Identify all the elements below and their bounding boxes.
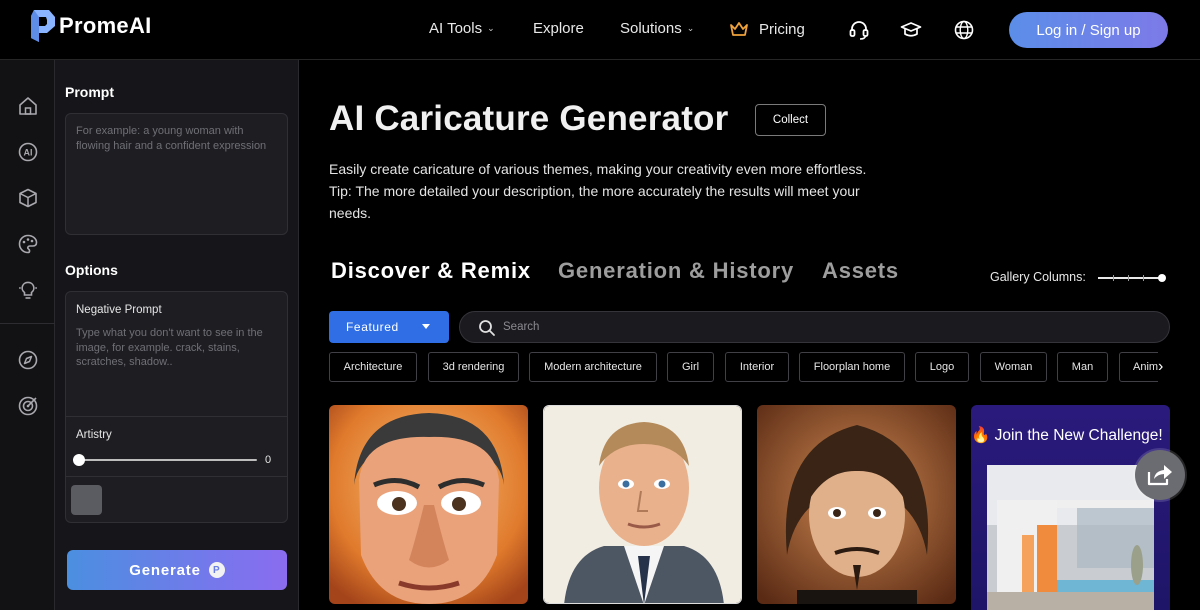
svg-text:AI: AI <box>24 148 33 158</box>
prompt-textarea[interactable]: For example: a young woman with flowing … <box>65 113 288 235</box>
artistry-label: Artistry <box>76 429 112 441</box>
featured-label: Featured <box>346 320 399 334</box>
caricature-image <box>544 406 741 603</box>
tab-generation-history[interactable]: Generation & History <box>558 258 794 284</box>
slider-tick <box>1113 275 1114 281</box>
target-icon[interactable] <box>17 395 39 417</box>
icon-rail: AI <box>0 60 55 610</box>
chip-3d-rendering[interactable]: 3d rendering <box>428 352 519 382</box>
generator-panel: Prompt For example: a young woman with f… <box>55 60 299 610</box>
collect-button[interactable]: Collect <box>755 104 826 136</box>
prompt-label: Prompt <box>65 84 114 100</box>
nav-ai-tools-label: AI Tools <box>429 20 483 37</box>
login-signup-button[interactable]: Log in / Sign up <box>1009 12 1168 48</box>
tip-text: Tip: The more detailed your description,… <box>329 183 860 221</box>
tab-assets[interactable]: Assets <box>822 258 899 284</box>
chevron-down-icon: ⌄ <box>686 23 695 33</box>
caricature-image <box>757 405 956 604</box>
search-placeholder: Search <box>503 321 540 333</box>
nav-explore[interactable]: Explore <box>533 20 584 37</box>
negative-prompt-label: Negative Prompt <box>76 304 162 316</box>
chevron-down-icon: ⌄ <box>487 23 495 33</box>
nav-solutions-label: Solutions <box>620 20 682 37</box>
options-divider <box>66 416 287 417</box>
artistry-value: 0 <box>265 454 272 466</box>
ai-icon[interactable]: AI <box>17 141 39 163</box>
generate-button[interactable]: Generate P <box>67 550 287 590</box>
prompt-placeholder: For example: a young woman with flowing … <box>76 125 267 152</box>
crown-icon <box>730 22 748 36</box>
chip-floorplan-home[interactable]: Floorplan home <box>799 352 905 382</box>
challenge-card[interactable]: 🔥 Join the New Challenge! <box>971 405 1170 610</box>
options-label: Options <box>65 262 118 278</box>
chip-girl[interactable]: Girl <box>667 352 714 382</box>
slider-tick <box>1128 275 1129 281</box>
search-input[interactable]: Search <box>459 311 1170 343</box>
challenge-image <box>987 465 1154 610</box>
gallery-columns-slider[interactable] <box>1098 277 1160 279</box>
chip-man[interactable]: Man <box>1057 352 1108 382</box>
chip-anime[interactable]: Anime <box>1119 352 1158 382</box>
share-icon <box>1147 465 1172 486</box>
chip-interior[interactable]: Interior <box>725 352 789 382</box>
negative-prompt-textarea[interactable]: Type what you don't want to see in the i… <box>76 326 281 370</box>
gallery-columns-label: Gallery Columns: <box>990 270 1086 284</box>
modern-house-image <box>987 465 1154 610</box>
options-box: Negative Prompt Type what you don't want… <box>65 291 288 523</box>
caret-down-icon <box>422 324 430 329</box>
artistry-slider-track[interactable] <box>79 459 257 461</box>
share-button[interactable] <box>1135 450 1185 500</box>
page-title: AI Caricature Generator <box>329 99 729 138</box>
nav-solutions[interactable]: Solutions ⌄ <box>620 20 694 37</box>
tag-chip-list: Architecture 3d rendering Modern archite… <box>329 352 1158 382</box>
gallery-card[interactable] <box>757 405 956 604</box>
top-navbar: PromeAI AI Tools ⌄ Explore Solutions ⌄ P… <box>0 0 1200 60</box>
headset-icon[interactable] <box>848 19 870 41</box>
challenge-title: 🔥 Join the New Challenge! <box>971 427 1163 444</box>
description-text: Easily create caricature of various them… <box>329 161 867 177</box>
featured-dropdown[interactable]: Featured <box>329 311 449 343</box>
chip-logo[interactable]: Logo <box>915 352 969 382</box>
graduation-cap-icon[interactable] <box>900 19 922 41</box>
palette-icon[interactable] <box>17 233 39 255</box>
search-icon <box>479 320 495 336</box>
nav-pricing[interactable]: Pricing <box>729 20 805 38</box>
brand-logo[interactable]: PromeAI <box>31 10 152 42</box>
chip-woman[interactable]: Woman <box>980 352 1047 382</box>
slider-tick <box>1143 275 1144 281</box>
chip-architecture[interactable]: Architecture <box>329 352 417 382</box>
compass-icon[interactable] <box>17 349 39 371</box>
artistry-slider-thumb[interactable] <box>73 454 85 466</box>
nav-explore-label: Explore <box>533 20 584 37</box>
brand-name: PromeAI <box>59 13 152 38</box>
gallery-columns-thumb[interactable] <box>1158 274 1166 282</box>
page-description: Easily create caricature of various them… <box>329 158 889 224</box>
chip-modern-architecture[interactable]: Modern architecture <box>529 352 657 382</box>
tab-discover-remix[interactable]: Discover & Remix <box>331 258 531 284</box>
style-thumbnail[interactable] <box>71 485 102 515</box>
chevron-right-icon[interactable]: › <box>1158 358 1163 376</box>
prome-logo-icon <box>31 10 55 42</box>
options-divider <box>66 476 287 477</box>
generate-label: Generate <box>129 561 201 579</box>
gallery-card[interactable] <box>543 405 742 604</box>
caricature-image <box>329 405 528 604</box>
nav-ai-tools[interactable]: AI Tools ⌄ <box>429 20 495 37</box>
globe-icon[interactable] <box>953 19 975 41</box>
rail-divider <box>0 323 55 324</box>
lightbulb-icon[interactable] <box>17 279 39 301</box>
home-icon[interactable] <box>17 95 39 117</box>
gallery-card[interactable] <box>329 405 528 604</box>
cube-icon[interactable] <box>17 187 39 209</box>
nav-pricing-label: Pricing <box>759 20 805 38</box>
credit-coin-icon: P <box>208 562 225 578</box>
